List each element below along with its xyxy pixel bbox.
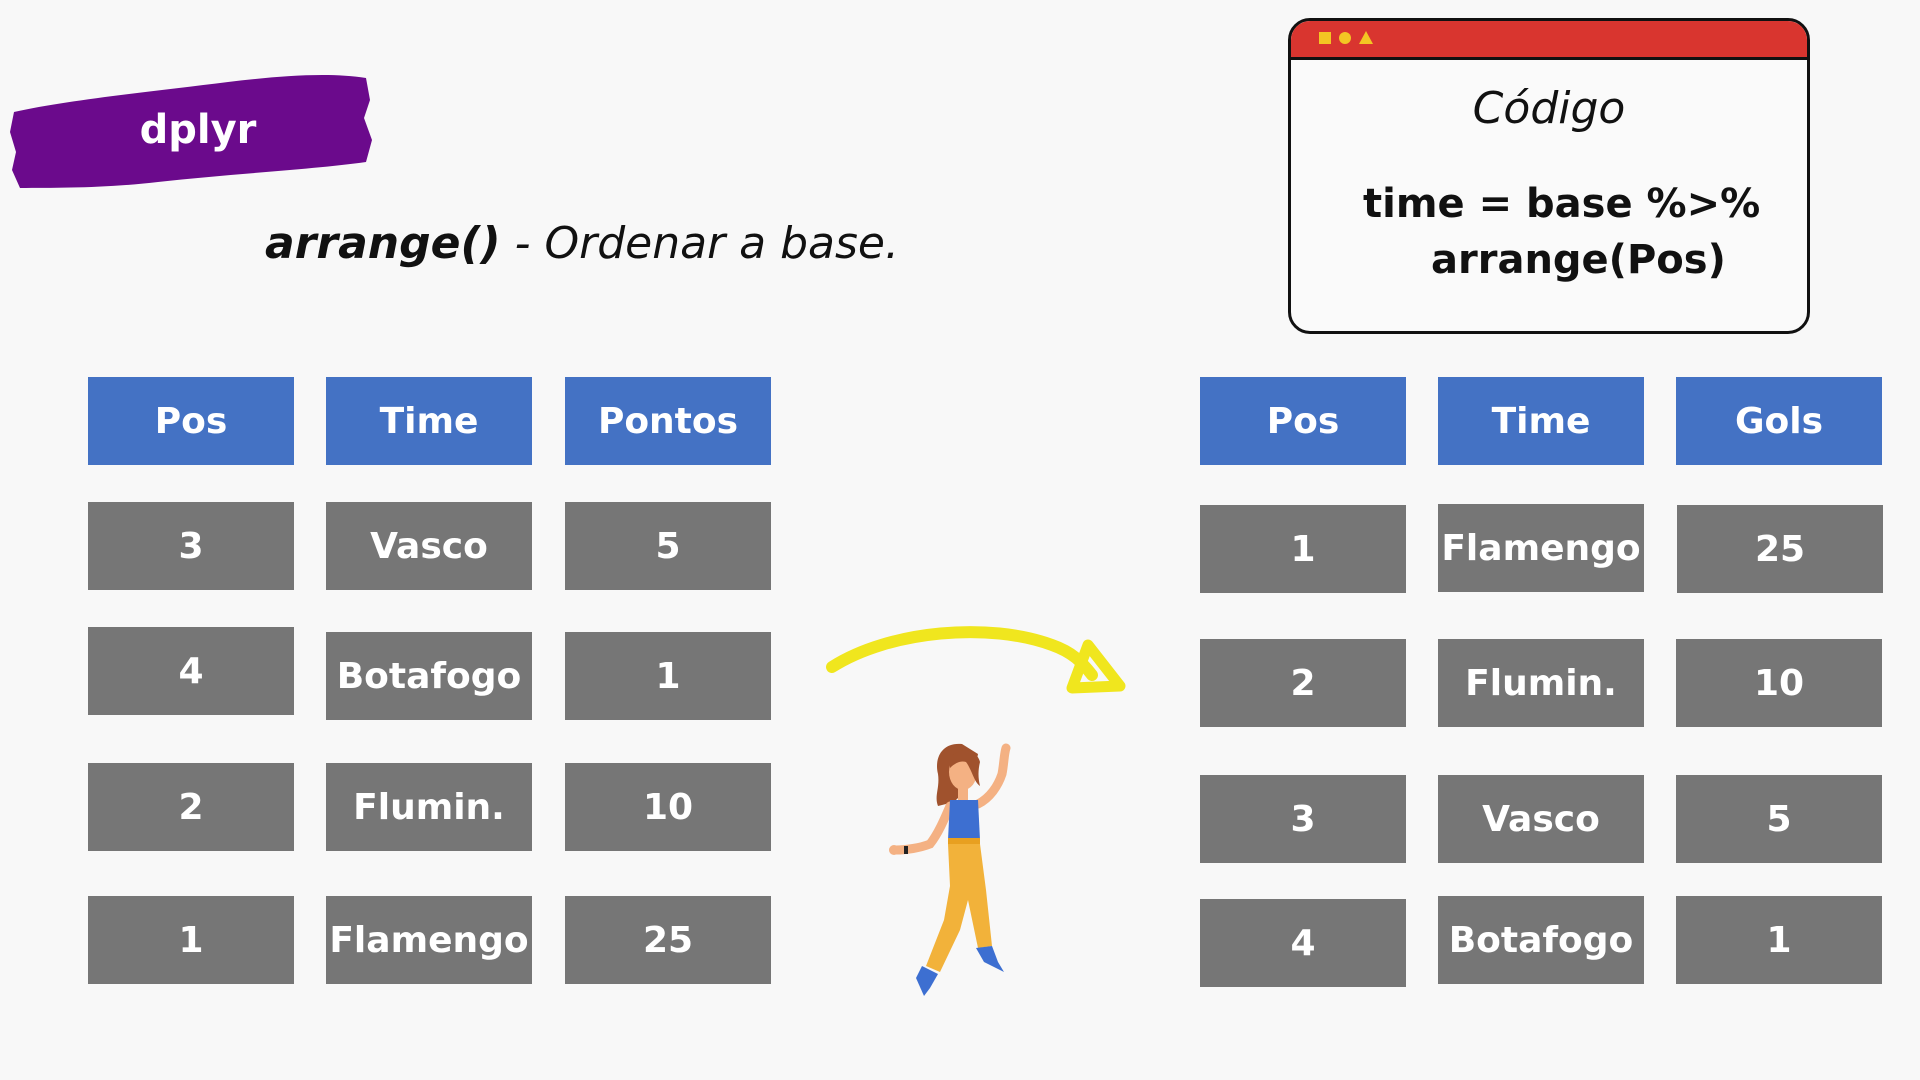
data-cell: 2 <box>88 763 294 851</box>
code-window-title: Código <box>1472 83 1626 134</box>
dancing-person-illustration <box>889 743 1011 996</box>
data-cell: 1 <box>88 896 294 984</box>
data-cell: Vasco <box>1438 775 1644 863</box>
data-cell: 3 <box>1200 775 1406 863</box>
data-cell: 3 <box>88 502 294 590</box>
data-cell: 1 <box>1200 505 1406 593</box>
header-cell: Time <box>326 377 532 465</box>
data-cell: 25 <box>565 896 771 984</box>
code-window: Código time = base %>% arrange(Pos) <box>1288 18 1810 334</box>
data-cell: Vasco <box>326 502 532 590</box>
function-description: - Ordenar a base. <box>500 218 899 269</box>
code-window-titlebar <box>1291 21 1807 60</box>
data-cell: Botafogo <box>1438 896 1644 984</box>
data-cell: 4 <box>1200 899 1406 987</box>
circle-icon <box>1339 32 1351 44</box>
triangle-icon <box>1359 31 1373 44</box>
code-line: time = base %>% <box>1363 181 1761 227</box>
header-cell: Gols <box>1676 377 1882 465</box>
data-cell: 5 <box>1676 775 1882 863</box>
data-cell: Flumin. <box>326 763 532 851</box>
data-cell: 25 <box>1677 505 1883 593</box>
header-cell: Pos <box>88 377 294 465</box>
data-cell: 5 <box>565 502 771 590</box>
data-cell: 1 <box>565 632 771 720</box>
data-cell: 2 <box>1200 639 1406 727</box>
data-cell: 10 <box>1676 639 1882 727</box>
slide-subtitle: arrange() - Ordenar a base. <box>265 218 899 269</box>
data-cell: Flumin. <box>1438 639 1644 727</box>
data-cell: Flamengo <box>326 896 532 984</box>
data-cell: Botafogo <box>326 632 532 720</box>
data-cell: 4 <box>88 627 294 715</box>
header-cell: Pos <box>1200 377 1406 465</box>
code-line: arrange(Pos) <box>1431 237 1726 283</box>
data-cell: 1 <box>1676 896 1882 984</box>
square-icon <box>1319 32 1331 44</box>
header-cell: Pontos <box>565 377 771 465</box>
curved-arrow-icon <box>826 626 1126 694</box>
data-cell: Flamengo <box>1438 504 1644 592</box>
function-name: arrange() <box>265 218 501 269</box>
data-cell: 10 <box>565 763 771 851</box>
badge-label: dplyr <box>139 107 257 153</box>
header-cell: Time <box>1438 377 1644 465</box>
dplyr-badge: dplyr <box>8 70 378 190</box>
